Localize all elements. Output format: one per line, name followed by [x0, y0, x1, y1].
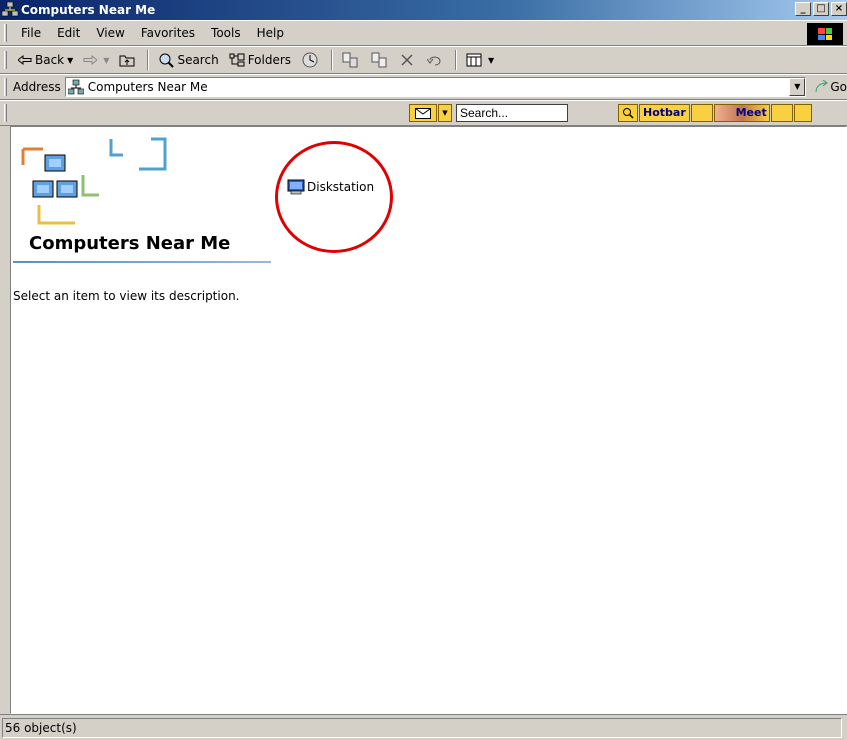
- undo-icon: [427, 56, 441, 66]
- title-bar[interactable]: Computers Near Me _ □ ×: [0, 0, 847, 20]
- minimize-button[interactable]: _: [795, 2, 811, 16]
- address-input[interactable]: Computers Near Me ▼: [64, 77, 807, 97]
- windows-logo-icon: [807, 23, 843, 45]
- history-button[interactable]: [296, 49, 327, 71]
- folders-icon: [229, 53, 245, 67]
- copy-to-icon: [371, 52, 387, 68]
- views-icon: [466, 53, 482, 67]
- window-title: Computers Near Me: [21, 3, 156, 17]
- page-title: Computers Near Me: [29, 233, 231, 254]
- up-folder-icon: [119, 55, 135, 67]
- network-computers-icon: [67, 79, 84, 95]
- close-button[interactable]: ×: [831, 2, 847, 16]
- hotbar-skin-icon[interactable]: [690, 104, 713, 122]
- forward-button[interactable]: ▼: [78, 49, 114, 71]
- folders-label: Folders: [247, 53, 292, 67]
- menu-bar: File Edit View Favorites Tools Help: [0, 20, 847, 46]
- delete-icon: [401, 54, 413, 66]
- menu-favorites[interactable]: Favorites: [133, 26, 203, 40]
- menu-help[interactable]: Help: [249, 26, 292, 40]
- undo-button[interactable]: [422, 49, 451, 71]
- address-dropdown-button[interactable]: ▼: [789, 78, 806, 96]
- back-label: Back: [35, 53, 65, 67]
- address-bar: Address Computers Near Me ▼ Go: [0, 74, 847, 100]
- copy-to-button[interactable]: [366, 49, 395, 71]
- menu-file[interactable]: File: [13, 26, 49, 40]
- toolbar-grip[interactable]: [4, 51, 7, 69]
- back-arrow-icon: [18, 55, 32, 65]
- hotbar-search-input[interactable]: Search...: [456, 104, 568, 122]
- address-value: Computers Near Me: [87, 80, 208, 94]
- envelope-icon: [415, 107, 431, 119]
- toolbar-grip[interactable]: [4, 104, 7, 122]
- menu-tools[interactable]: Tools: [203, 26, 249, 40]
- address-label: Address: [12, 80, 61, 94]
- status-bar: 56 object(s): [0, 714, 847, 740]
- standard-toolbar: Back ▼ ▼ Search Folders ▼: [0, 46, 847, 74]
- network-computers-icon: [2, 2, 18, 17]
- object-count: 56 object(s): [2, 717, 842, 738]
- search-icon: [159, 53, 175, 68]
- move-to-button[interactable]: [337, 49, 366, 71]
- highlight-circle-annotation: [275, 141, 393, 253]
- toolbar-grip[interactable]: [4, 24, 7, 42]
- history-icon: [302, 52, 318, 68]
- forward-arrow-icon: [83, 55, 98, 65]
- meet-button[interactable]: Meet: [713, 104, 770, 122]
- back-button[interactable]: Back ▼: [13, 49, 78, 71]
- hotbar-bookmark-icon[interactable]: [770, 104, 793, 122]
- toolbar-grip[interactable]: [4, 78, 7, 96]
- mail-button[interactable]: [409, 104, 437, 122]
- go-arrow-icon: [815, 80, 829, 93]
- weather-sun-icon[interactable]: [793, 104, 812, 122]
- hotbar-search-button[interactable]: [618, 104, 638, 122]
- move-to-icon: [342, 52, 358, 68]
- delete-button[interactable]: [395, 49, 422, 71]
- go-button[interactable]: Go: [814, 80, 847, 94]
- magnifier-icon: [623, 108, 634, 119]
- search-button[interactable]: Search: [153, 49, 223, 71]
- go-label: Go: [830, 80, 847, 94]
- description-text: Select an item to view its description.: [13, 289, 240, 303]
- menu-edit[interactable]: Edit: [49, 26, 88, 40]
- hotbar-toolbar: ▼ Search... Hotbar Meet: [0, 100, 847, 126]
- up-folder-button[interactable]: [114, 49, 143, 71]
- hotbar-logo-button[interactable]: Hotbar: [639, 104, 690, 122]
- content-pane: Computers Near Me Select an item to view…: [10, 126, 847, 714]
- maximize-button[interactable]: □: [813, 2, 829, 16]
- title-divider: [13, 261, 271, 263]
- network-banner-graphic: [21, 137, 167, 225]
- views-button[interactable]: ▼: [461, 49, 499, 71]
- menu-view[interactable]: View: [88, 26, 132, 40]
- search-label: Search: [177, 53, 219, 67]
- folders-button[interactable]: Folders: [224, 49, 296, 71]
- mail-dropdown-button[interactable]: ▼: [438, 104, 452, 122]
